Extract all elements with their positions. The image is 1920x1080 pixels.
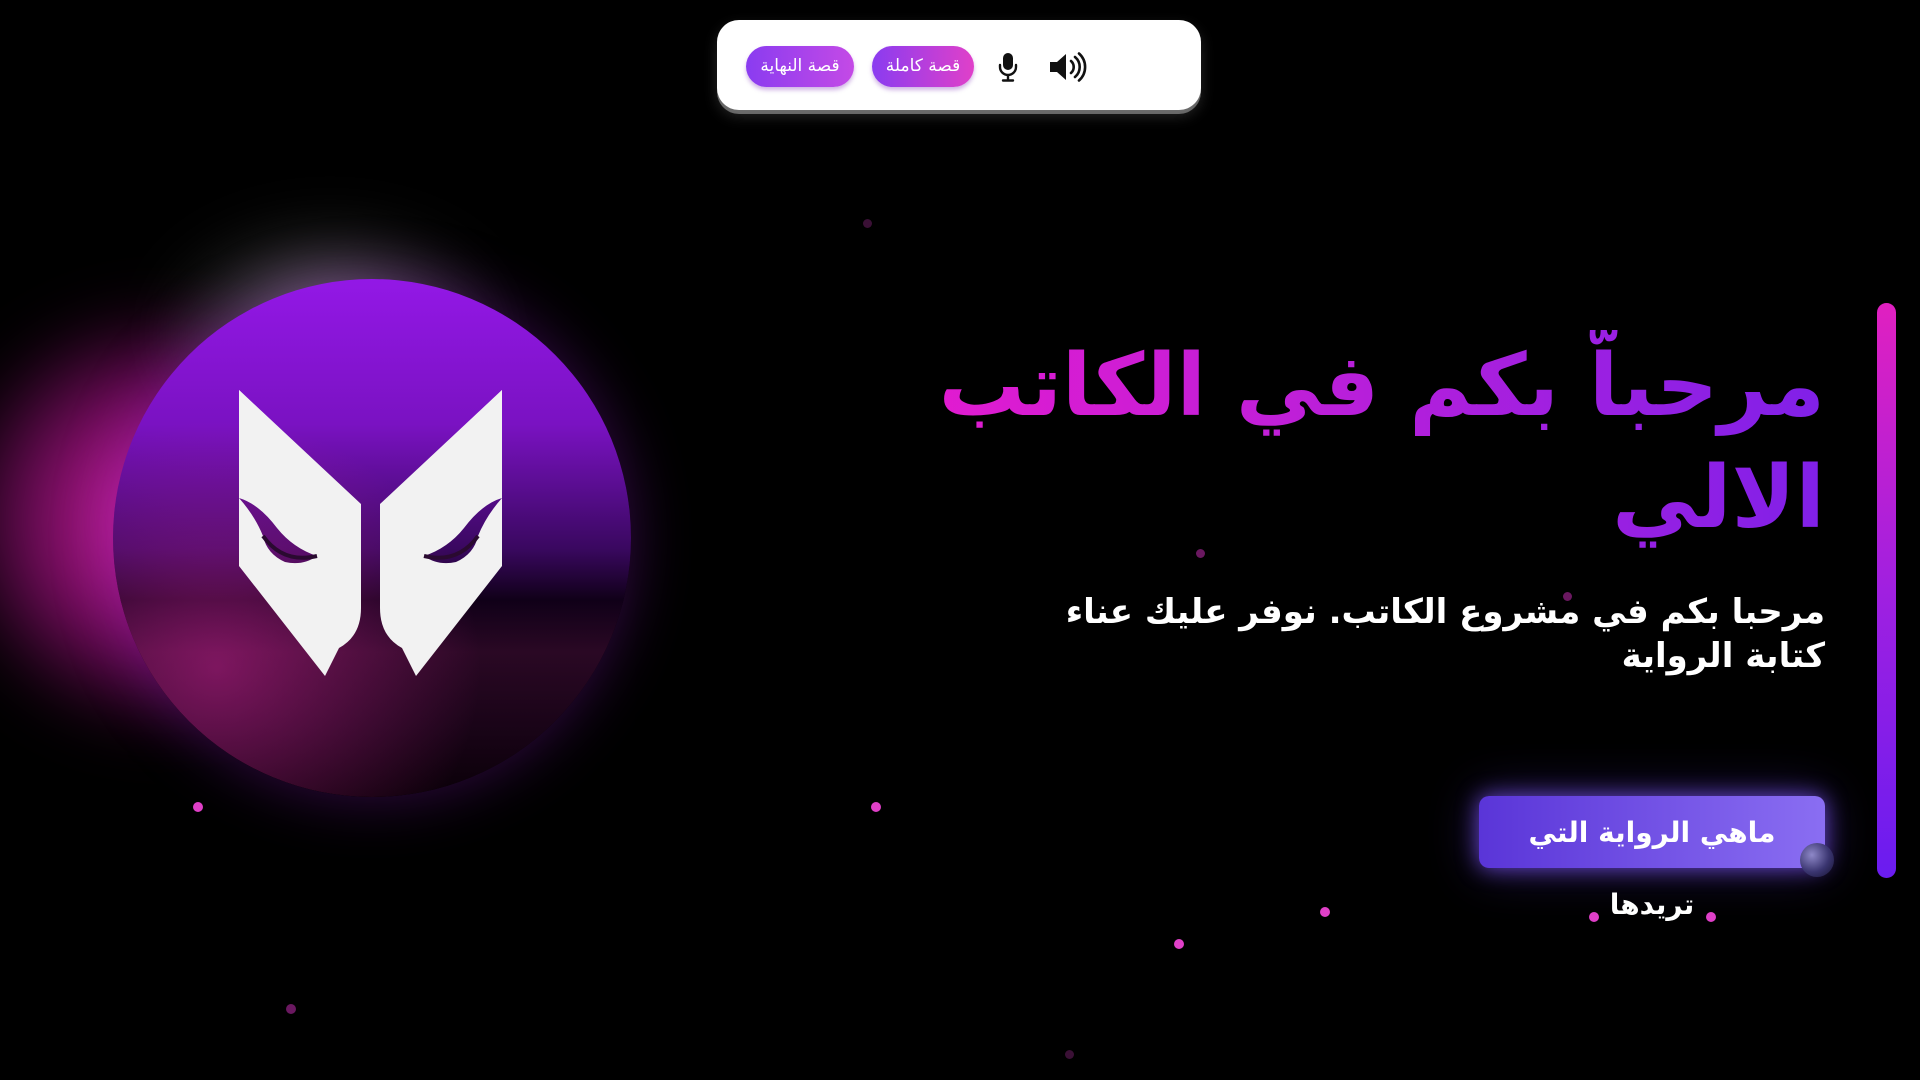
end-story-button[interactable]: قصة النهاية (746, 46, 854, 87)
particle (863, 219, 872, 228)
top-toolbar: قصة النهاية قصة كاملة (717, 20, 1201, 110)
full-story-button[interactable]: قصة كاملة (872, 46, 974, 87)
cta-orb (1800, 843, 1834, 877)
page-title: مرحباّ بكم في الكاتب الالي (925, 330, 1825, 554)
particle (1320, 907, 1330, 917)
particle (1589, 912, 1599, 922)
particle (286, 1004, 296, 1014)
page-subtitle: مرحبا بكم في مشروع الكاتب. نوفر عليك عنا… (1065, 592, 1825, 676)
particle (1065, 1050, 1074, 1059)
particle (1174, 939, 1184, 949)
landing-page: قصة النهاية قصة كاملة مرحباّ بكم في الكا… (0, 0, 1920, 1080)
choose-novel-button[interactable]: ماهي الرواية التي تريدها (1479, 796, 1825, 921)
speaker-volume-icon[interactable] (1046, 50, 1090, 84)
writer-logo-icon (233, 386, 508, 676)
accent-bar (1877, 303, 1896, 878)
particle (871, 802, 881, 812)
microphone-icon[interactable] (990, 50, 1026, 84)
particle (193, 802, 203, 812)
particle (1706, 912, 1716, 922)
